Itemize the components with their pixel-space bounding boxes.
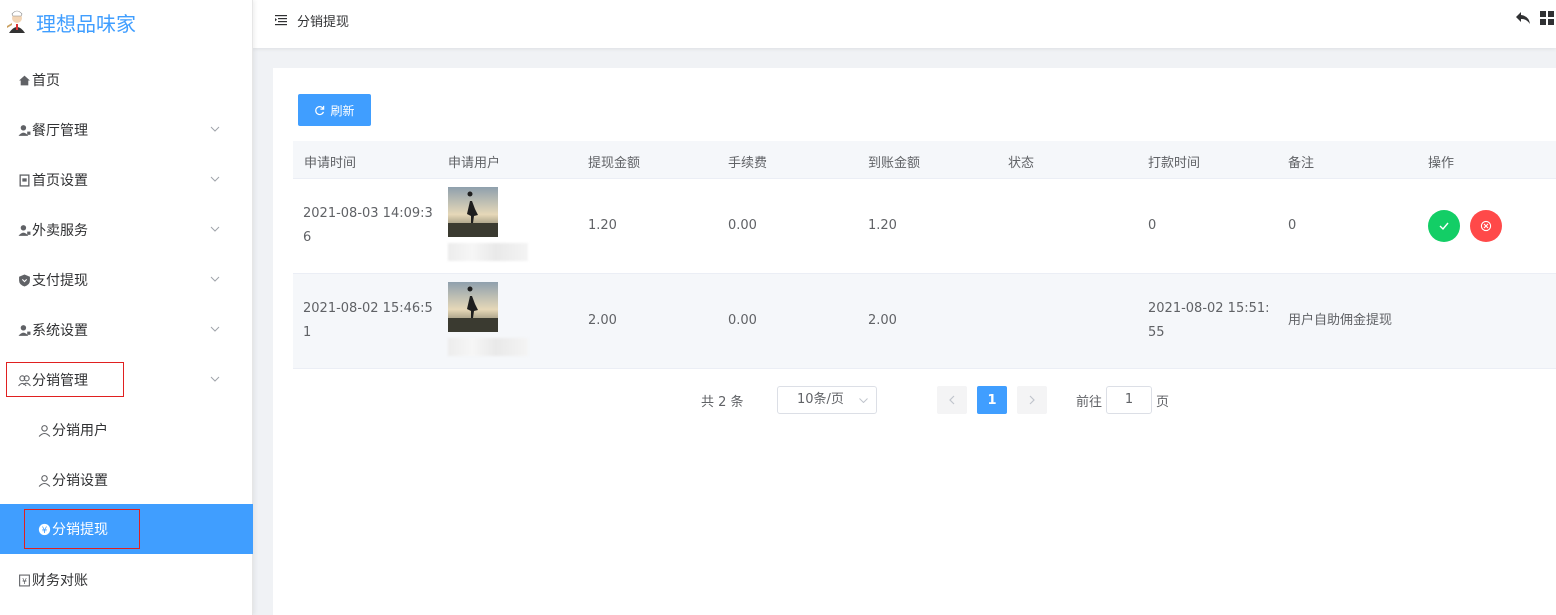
amount-cell: 1.20 — [588, 218, 617, 233]
pay-time-cell: 2021-08-02 15:51: 55 — [1148, 301, 1270, 340]
column-header: 备注 — [1288, 156, 1315, 171]
table-header: 申请时间 申请用户 提现金额 手续费 到账金额 状态 打款时间 备注 操作 — [293, 141, 1556, 179]
page-suffix: 页 — [1156, 395, 1170, 410]
fee-cell: 0.00 — [728, 218, 757, 233]
back-icon[interactable] — [1515, 11, 1531, 25]
received-cell: 2.00 — [868, 313, 897, 328]
reject-button[interactable] — [1470, 210, 1502, 242]
apply-time-cell: 2021-08-03 14:09:3 6 — [303, 206, 433, 245]
grid-icon[interactable] — [1540, 11, 1554, 25]
app-name: 理想品味家 — [36, 11, 136, 36]
content-card: 刷新 申请时间 申请用户 提现金额 手续费 到账金额 状态 打款时间 备注 操作… — [273, 68, 1556, 615]
refresh-label: 刷新 — [330, 103, 355, 118]
highlight-box-distribution — [6, 362, 124, 397]
highlight-box-withdraw — [24, 509, 140, 549]
page-number-current[interactable]: 1 — [977, 386, 1007, 414]
user-outline-icon — [38, 474, 51, 487]
column-header: 到账金额 — [868, 156, 921, 171]
chevron-right-icon — [1029, 395, 1035, 405]
close-circle-icon — [1480, 220, 1492, 232]
received-cell: 1.20 — [868, 218, 897, 233]
home-icon — [19, 75, 30, 85]
sidebar-item-label: 财务对账 — [32, 573, 88, 589]
sidebar-item-distribution-users[interactable]: 分销用户 — [0, 405, 253, 455]
prev-page-button[interactable] — [937, 386, 967, 414]
next-page-button[interactable] — [1017, 386, 1047, 414]
sidebar-item-payment-withdraw[interactable]: 支付提现 — [0, 255, 253, 305]
sidebar-item-takeout[interactable]: 外卖服务 — [0, 205, 253, 255]
sidebar-item-finance[interactable]: ¥ 财务对账 — [0, 555, 253, 605]
table-row: 2021-08-02 15:46:5 1 2.00 0.00 2.00 2021… — [293, 274, 1556, 369]
header: 分销提现 — [253, 0, 1556, 48]
user-avatar — [448, 187, 498, 237]
logo[interactable]: 理想品味家 — [0, 0, 253, 44]
sidebar-item-label: 首页 — [32, 73, 60, 89]
blurred-username — [448, 243, 528, 261]
check-icon — [1439, 222, 1449, 231]
page-title: 分销提现 — [297, 15, 350, 30]
column-header: 手续费 — [728, 156, 768, 171]
column-header: 状态 — [1008, 156, 1035, 171]
shield-icon — [19, 274, 30, 286]
chevron-down-icon — [210, 326, 220, 332]
page-size-select[interactable]: 10条/页 — [777, 386, 877, 414]
pay-time-cell: 0 — [1148, 218, 1157, 233]
sidebar-item-label: 外卖服务 — [32, 223, 88, 239]
ledger-icon: ¥ — [19, 574, 30, 586]
refresh-icon — [315, 105, 325, 115]
column-header: 申请时间 — [304, 156, 357, 171]
sidebar-item-label: 系统设置 — [32, 323, 88, 339]
user-icon — [18, 324, 31, 336]
chevron-down-icon — [859, 398, 868, 403]
chevron-down-icon — [210, 126, 220, 132]
sidebar-item-home[interactable]: 首页 — [0, 55, 253, 105]
document-icon — [19, 173, 30, 187]
chevron-down-icon — [210, 226, 220, 232]
sidebar-item-distribution-settings[interactable]: 分销设置 — [0, 455, 253, 505]
column-header: 提现金额 — [588, 156, 641, 171]
fee-cell: 0.00 — [728, 313, 757, 328]
amount-cell: 2.00 — [588, 313, 617, 328]
user-icon — [18, 124, 31, 136]
chevron-down-icon — [210, 276, 220, 282]
sidebar-item-label: 分销用户 — [52, 423, 108, 439]
user-avatar — [448, 282, 498, 332]
column-header: 打款时间 — [1148, 156, 1201, 171]
chevron-down-icon — [210, 176, 220, 182]
sidebar-item-restaurant[interactable]: 餐厅管理 — [0, 105, 253, 155]
sidebar-item-label: 分销设置 — [52, 473, 108, 489]
pagination-total: 共 2 条 — [701, 395, 744, 410]
chevron-down-icon — [210, 376, 220, 382]
svg-text:¥: ¥ — [22, 576, 27, 585]
user-outline-icon — [38, 424, 51, 437]
table-row: 2021-08-03 14:09:3 6 1.20 0.00 1.20 0 0 — [293, 179, 1556, 274]
sidebar-item-label: 支付提现 — [32, 273, 88, 289]
remark-cell: 0 — [1288, 218, 1297, 233]
refresh-button[interactable]: 刷新 — [298, 94, 371, 126]
chevron-left-icon — [949, 395, 955, 405]
sidebar-item-label: 首页设置 — [32, 173, 88, 189]
page-size-value: 10条/页 — [797, 392, 844, 407]
app: 理想品味家 首页 餐厅管理 首页设置 外卖服务 支付提现 系统设置 分销管理 分… — [0, 0, 1556, 615]
chef-logo-icon — [7, 10, 25, 33]
column-header: 操作 — [1428, 156, 1455, 171]
main-content: 刷新 申请时间 申请用户 提现金额 手续费 到账金额 状态 打款时间 备注 操作… — [253, 48, 1556, 615]
sidebar: 理想品味家 首页 餐厅管理 首页设置 外卖服务 支付提现 系统设置 分销管理 分… — [0, 0, 253, 615]
remark-cell: 用户自助佣金提现 — [1288, 313, 1393, 328]
sidebar-item-home-settings[interactable]: 首页设置 — [0, 155, 253, 205]
sidebar-item-system-settings[interactable]: 系统设置 — [0, 305, 253, 355]
user-icon — [18, 224, 31, 236]
goto-page-input[interactable]: 1 — [1106, 386, 1152, 414]
column-header: 申请用户 — [448, 156, 501, 171]
goto-label: 前往 — [1076, 395, 1103, 410]
blurred-username — [448, 338, 528, 356]
menu-fold-icon[interactable] — [275, 14, 287, 26]
approve-button[interactable] — [1428, 210, 1460, 242]
apply-time-cell: 2021-08-02 15:46:5 1 — [303, 301, 433, 340]
sidebar-item-label: 餐厅管理 — [32, 123, 88, 139]
